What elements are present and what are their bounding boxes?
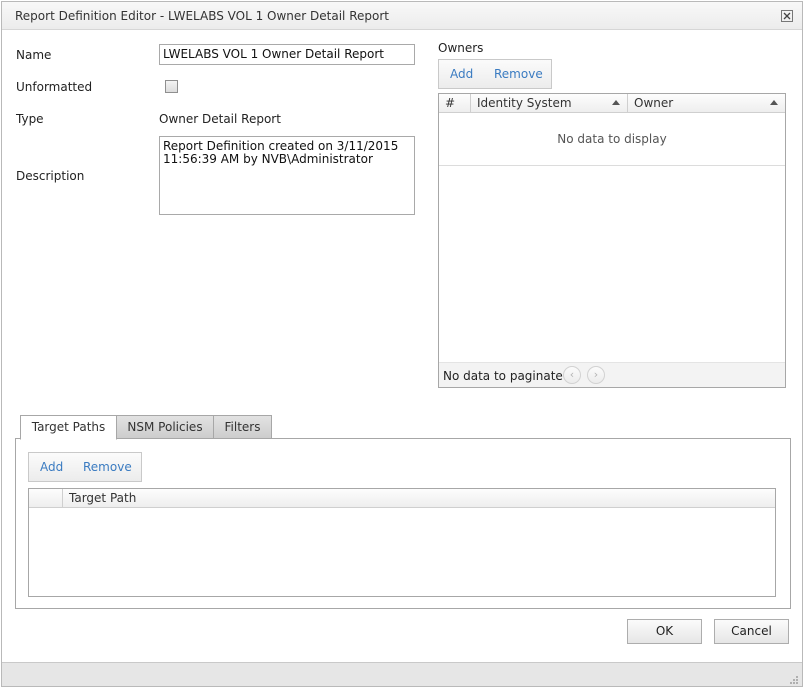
owners-label: Owners — [438, 41, 484, 55]
column-header-target-path[interactable]: Target Path — [63, 489, 775, 507]
owners-grid: # Identity System Owner No data to displ… — [438, 93, 786, 388]
unformatted-label: Unformatted — [16, 80, 93, 94]
tab-filters[interactable]: Filters — [213, 415, 272, 439]
owners-empty-row: No data to display — [439, 113, 785, 166]
column-header-selector[interactable] — [29, 489, 63, 507]
name-label: Name — [16, 48, 52, 62]
target-paths-remove-button[interactable]: Remove — [83, 460, 132, 474]
owners-add-button[interactable]: Add — [450, 67, 473, 81]
pager-prev-icon[interactable]: ‹ — [563, 366, 581, 384]
pager-next-icon[interactable]: › — [587, 366, 605, 384]
sort-ascending-icon — [612, 100, 620, 105]
description-label: Description — [16, 169, 85, 183]
tab-target-paths[interactable]: Target Paths — [20, 415, 117, 440]
sort-ascending-icon — [770, 100, 778, 105]
type-value: Owner Detail Report — [159, 112, 281, 126]
unformatted-checkbox[interactable] — [165, 80, 178, 93]
name-input[interactable]: LWELABS VOL 1 Owner Detail Report — [159, 44, 415, 65]
close-icon[interactable] — [781, 10, 793, 22]
target-paths-panel: Add Remove Target Path — [15, 438, 791, 609]
target-paths-grid: Target Path — [28, 488, 776, 597]
owners-grid-header: # Identity System Owner — [439, 94, 785, 113]
column-header-identity-system[interactable]: Identity System — [471, 94, 628, 112]
report-definition-editor-dialog: Report Definition Editor - LWELABS VOL 1… — [1, 1, 803, 687]
target-paths-add-button[interactable]: Add — [40, 460, 63, 474]
cancel-button[interactable]: Cancel — [714, 619, 789, 644]
description-textarea[interactable]: Report Definition created on 3/11/2015 1… — [159, 136, 415, 215]
target-paths-grid-header: Target Path — [29, 489, 775, 508]
owners-remove-button[interactable]: Remove — [494, 67, 543, 81]
ok-button[interactable]: OK — [627, 619, 702, 644]
target-paths-toolbar: Add Remove — [28, 452, 142, 482]
owners-pager: No data to paginate ‹ › — [439, 362, 785, 387]
tab-nsm-policies[interactable]: NSM Policies — [116, 415, 214, 439]
column-header-number[interactable]: # — [439, 94, 471, 112]
title-bar[interactable]: Report Definition Editor - LWELABS VOL 1… — [2, 2, 802, 30]
window-title: Report Definition Editor - LWELABS VOL 1… — [15, 9, 389, 23]
pager-status: No data to paginate — [443, 369, 563, 383]
type-label: Type — [16, 112, 44, 126]
status-bar — [2, 662, 802, 686]
column-header-owner[interactable]: Owner — [628, 94, 785, 112]
no-data-message: No data to display — [557, 132, 667, 146]
owners-toolbar: Add Remove — [438, 59, 552, 89]
resize-grip-icon[interactable] — [789, 674, 799, 684]
